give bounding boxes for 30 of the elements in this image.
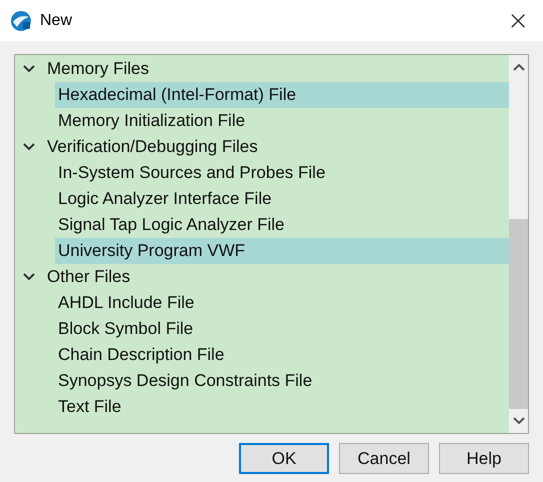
group-label: Other Files	[47, 267, 130, 287]
tree-item[interactable]: Text File	[55, 394, 509, 420]
tree-item[interactable]: Memory Initialization File	[55, 108, 509, 134]
globe-icon	[10, 10, 32, 32]
tree-item[interactable]: University Program VWF	[55, 238, 509, 264]
tree-item[interactable]: Signal Tap Logic Analyzer File	[55, 212, 509, 238]
tree-item[interactable]: Block Symbol File	[55, 316, 509, 342]
scroll-up-icon[interactable]	[512, 63, 524, 71]
window-title: New	[40, 12, 74, 30]
scroll-down-icon[interactable]	[512, 417, 524, 425]
tree-item[interactable]: Hexadecimal (Intel-Format) File	[55, 82, 509, 108]
tree-item[interactable]: In-System Sources and Probes File	[55, 160, 509, 186]
tree-item[interactable]: Logic Analyzer Interface File	[55, 186, 509, 212]
tree-item[interactable]: Synopsys Design Constraints File	[55, 368, 509, 394]
tree-item[interactable]: Chain Description File	[55, 342, 509, 368]
dialog-button[interactable]: OK	[239, 443, 329, 474]
close-button[interactable]: ×	[503, 6, 533, 36]
group-label: Verification/Debugging Files	[47, 137, 258, 157]
chevron-icon	[23, 143, 35, 151]
chevron-icon	[23, 65, 35, 73]
chevron-icon	[23, 273, 35, 281]
dialog-button[interactable]: Help	[439, 443, 529, 474]
scroll-thumb[interactable]	[509, 219, 528, 409]
dialog-button[interactable]: Cancel	[339, 443, 429, 474]
tree-group[interactable]: Other Files	[15, 264, 509, 290]
group-label: Memory Files	[47, 59, 150, 79]
scrollbar[interactable]	[509, 55, 528, 433]
tree-group[interactable]: Verification/Debugging Files	[15, 134, 509, 160]
tree-item[interactable]: AHDL Include File	[55, 290, 509, 316]
tree-group[interactable]: Memory Files	[15, 56, 509, 82]
